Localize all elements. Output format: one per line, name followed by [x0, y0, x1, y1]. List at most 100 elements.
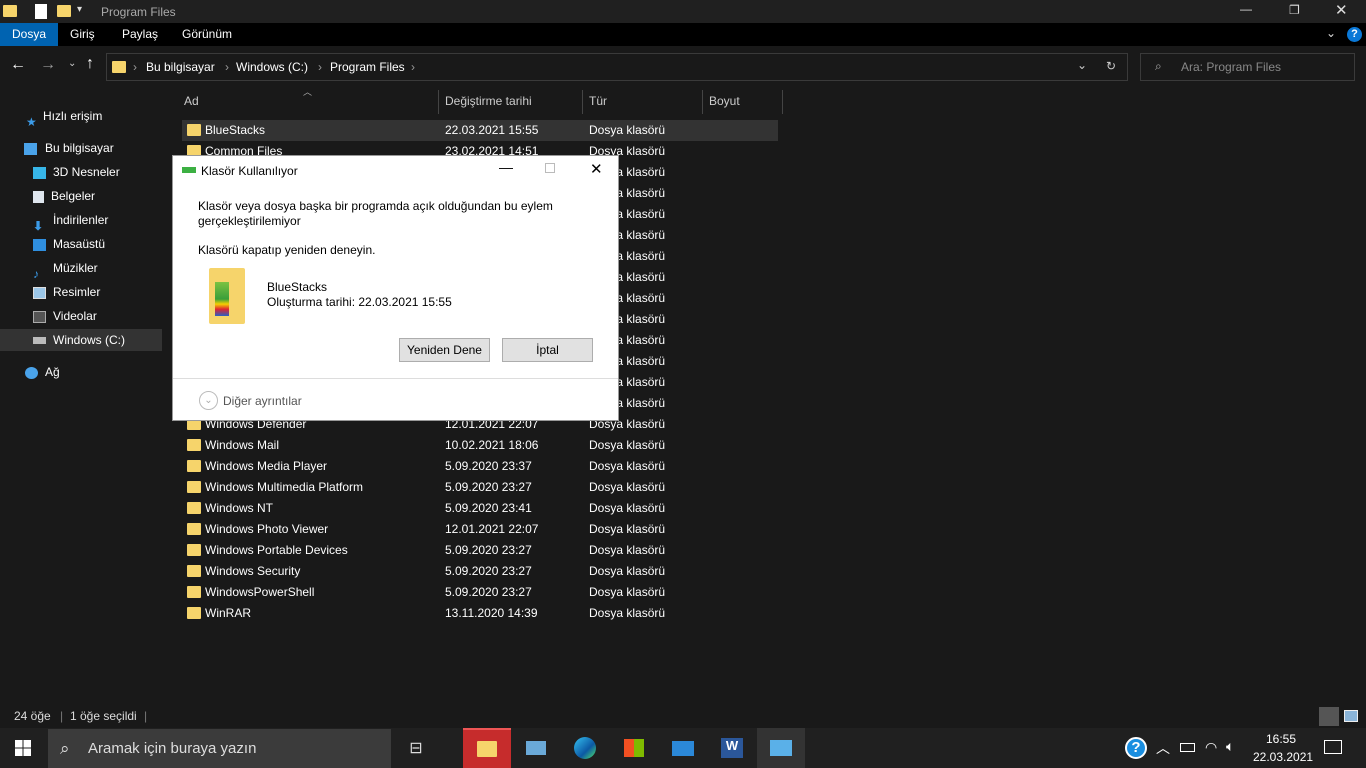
word-taskbar-icon[interactable]: W: [708, 728, 756, 768]
cancel-button[interactable]: İptal: [502, 338, 593, 362]
edge-taskbar-icon[interactable]: [561, 728, 609, 768]
action-center-icon[interactable]: [1324, 740, 1342, 754]
sidebar-item-documents[interactable]: Belgeler: [0, 185, 162, 207]
store-taskbar-icon[interactable]: [610, 728, 658, 768]
file-date: 5.09.2020 23:27: [445, 564, 532, 578]
column-header-date[interactable]: Değiştirme tarihi: [445, 88, 532, 115]
file-row[interactable]: Windows Media Player 5.09.2020 23:37 Dos…: [182, 456, 778, 477]
folder-icon: [3, 5, 17, 17]
restore-button[interactable]: ❐: [1289, 3, 1300, 17]
file-type: Dosya klasörü: [589, 459, 666, 473]
breadcrumb-program-files[interactable]: Program Files: [330, 60, 405, 74]
control-panel-taskbar-icon[interactable]: [757, 728, 805, 768]
details-view-button[interactable]: [1319, 707, 1339, 726]
video-icon: [33, 310, 46, 323]
tab-giris[interactable]: Giriş: [58, 23, 107, 46]
task-view-icon[interactable]: ⊟: [392, 728, 440, 768]
cube-icon: [33, 166, 46, 179]
file-row[interactable]: Windows Photo Viewer 12.01.2021 22:07 Do…: [182, 519, 778, 540]
sidebar-item-network[interactable]: Ağ: [0, 361, 162, 383]
customize-toolbar-icon[interactable]: ▾: [77, 4, 82, 15]
file-row[interactable]: WindowsPowerShell 5.09.2020 23:27 Dosya …: [182, 582, 778, 603]
folder-icon: [187, 439, 201, 451]
file-row[interactable]: WinRAR 13.11.2020 14:39 Dosya klasörü: [182, 603, 778, 624]
address-dropdown-icon[interactable]: ⌄: [1077, 58, 1087, 72]
forward-button[interactable]: →: [40, 56, 56, 74]
sidebar-item-music[interactable]: ♪ Müzikler: [0, 257, 162, 281]
help-tray-icon[interactable]: ?: [1125, 737, 1147, 759]
clock-date[interactable]: 22.03.2021: [1253, 750, 1313, 764]
column-header-size[interactable]: Boyut: [709, 88, 740, 115]
refresh-icon[interactable]: ↻: [1106, 59, 1116, 73]
sidebar-item-quick-access[interactable]: ★ Hızlı erişim: [0, 105, 162, 129]
new-folder-icon[interactable]: [57, 5, 71, 17]
search-input[interactable]: ⌕ Ara: Program Files: [1140, 53, 1355, 81]
breadcrumb-bu-bilgisayar[interactable]: Bu bilgisayar: [146, 60, 215, 74]
dialog-minimize-button[interactable]: —: [499, 159, 513, 175]
dialog-message: Klasör veya dosya başka bir programda aç…: [198, 199, 553, 228]
expand-details-icon[interactable]: ⌄: [199, 391, 218, 410]
minimize-button[interactable]: —: [1240, 2, 1252, 16]
dialog-item-created: Oluşturma tarihi: 22.03.2021 15:55: [267, 295, 452, 309]
file-name: Windows NT: [205, 501, 274, 515]
back-button[interactable]: ←: [10, 56, 26, 74]
help-icon[interactable]: ?: [1347, 27, 1362, 42]
mail-taskbar-icon[interactable]: [659, 728, 707, 768]
sidebar-item-downloads[interactable]: ⬇ İndirilenler: [0, 209, 162, 233]
search-icon: ⌕: [60, 739, 70, 758]
battery-icon[interactable]: [1180, 743, 1195, 752]
file-type: Dosya klasörü: [589, 606, 666, 620]
close-button[interactable]: ✕: [1335, 1, 1348, 19]
sidebar-item-3d-objects[interactable]: 3D Nesneler: [0, 161, 162, 183]
folder-icon: [187, 523, 201, 535]
sidebar-item-videos[interactable]: Videolar: [0, 305, 162, 327]
up-button[interactable]: ↑: [86, 55, 94, 73]
file-row[interactable]: Windows Mail 10.02.2021 18:06 Dosya klas…: [182, 435, 778, 456]
file-name: Windows Mail: [205, 438, 280, 452]
selected-count: 1 öğe seçildi: [70, 709, 137, 723]
dialog-close-button[interactable]: ✕: [590, 160, 603, 178]
expand-ribbon-icon[interactable]: ⌄: [1326, 26, 1336, 40]
file-row[interactable]: Windows Multimedia Platform 5.09.2020 23…: [182, 477, 778, 498]
volume-icon[interactable]: 🔈︎: [1226, 738, 1234, 755]
file-type: Dosya klasörü: [589, 585, 666, 599]
file-explorer-taskbar-icon[interactable]: [463, 728, 511, 768]
recent-locations-button[interactable]: ⌄: [68, 58, 76, 69]
address-bar[interactable]: › Bu bilgisayar › Windows (C:) › Program…: [106, 53, 1128, 81]
file-row[interactable]: Windows Security 5.09.2020 23:27 Dosya k…: [182, 561, 778, 582]
large-icons-view-button[interactable]: [1344, 710, 1358, 722]
retry-button[interactable]: Yeniden Dene: [399, 338, 490, 362]
taskbar-search-input[interactable]: ⌕ Aramak için buraya yazın: [48, 729, 391, 768]
sidebar-item-windows-c[interactable]: Windows (C:): [0, 329, 162, 351]
properties-icon[interactable]: [35, 4, 47, 19]
file-row[interactable]: Windows Portable Devices 5.09.2020 23:27…: [182, 540, 778, 561]
file-type: Dosya klasörü: [589, 564, 666, 578]
item-count: 24 öğe: [14, 709, 51, 723]
file-name: Windows Media Player: [205, 459, 328, 473]
download-icon: ⬇: [33, 218, 44, 233]
tab-paylas[interactable]: Paylaş: [110, 23, 170, 46]
connect-app-taskbar-icon[interactable]: [512, 728, 560, 768]
more-details-toggle[interactable]: Diğer ayrıntılar: [223, 394, 302, 408]
show-hidden-icons-button[interactable]: ︿: [1156, 738, 1170, 758]
file-row[interactable]: BlueStacks 22.03.2021 15:55 Dosya klasör…: [182, 120, 778, 141]
sidebar-item-this-pc[interactable]: Bu bilgisayar: [0, 137, 162, 159]
tab-gorunum[interactable]: Görünüm: [170, 23, 244, 46]
wifi-icon[interactable]: ◠: [1205, 739, 1217, 756]
folder-icon: [187, 124, 201, 136]
file-row[interactable]: Windows NT 5.09.2020 23:41 Dosya klasörü: [182, 498, 778, 519]
clock-time[interactable]: 16:55: [1266, 732, 1296, 746]
column-header-name[interactable]: Ad: [184, 88, 199, 115]
folder-in-use-dialog: Klasör Kullanılıyor — ✕ Klasör veya dosy…: [172, 155, 619, 421]
file-date: 13.11.2020 14:39: [445, 606, 538, 620]
status-bar: 24 öğe | 1 öğe seçildi |: [0, 705, 1366, 728]
column-header-type[interactable]: Tür: [589, 88, 607, 115]
breadcrumb-windows-c[interactable]: Windows (C:): [236, 60, 308, 74]
tab-dosya[interactable]: Dosya: [0, 23, 59, 46]
sidebar-item-pictures[interactable]: Resimler: [0, 281, 162, 303]
navigation-pane: ★ Hızlı erişim Bu bilgisayar 3D Nesneler …: [0, 88, 165, 705]
start-button[interactable]: [15, 740, 31, 756]
sidebar-item-desktop[interactable]: Masaüstü: [0, 233, 162, 255]
file-name: Windows Multimedia Platform: [205, 480, 364, 494]
file-type: Dosya klasörü: [589, 480, 666, 494]
